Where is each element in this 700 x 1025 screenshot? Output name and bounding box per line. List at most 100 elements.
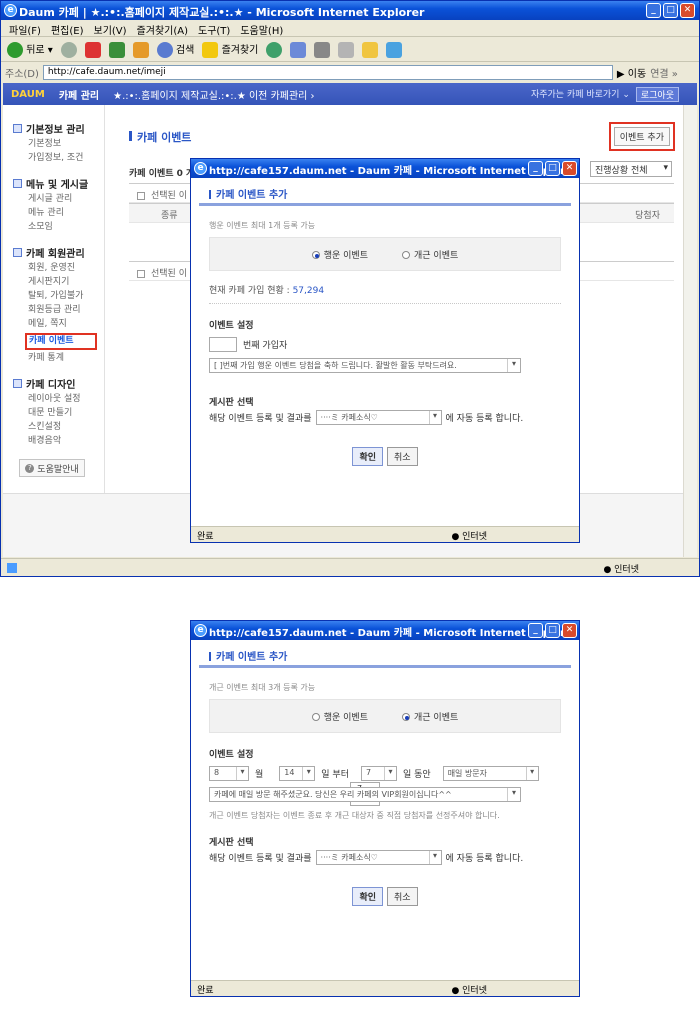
- refresh-icon[interactable]: [108, 41, 125, 58]
- help-label: 도움말안내: [37, 464, 79, 475]
- back-button[interactable]: 뒤로 ▾: [7, 41, 53, 58]
- menu-favorites[interactable]: 즐겨찾기(A): [137, 22, 188, 37]
- radio-regular[interactable]: 개근 이벤트: [402, 248, 458, 261]
- sidebar-heading[interactable]: 카페 회원관리: [13, 245, 104, 260]
- stop-icon[interactable]: [84, 41, 101, 58]
- minimize-button[interactable]: _: [646, 3, 661, 18]
- maximize-button[interactable]: □: [545, 161, 560, 176]
- edit-icon[interactable]: [338, 41, 355, 58]
- sidebar-item[interactable]: 기본정보: [28, 139, 104, 150]
- sidebar-item[interactable]: 가입정보, 조건: [28, 153, 104, 164]
- month-unit: 월: [255, 770, 264, 780]
- sidebar-item[interactable]: 탈퇴, 가입불가: [28, 291, 104, 302]
- sidebar-item[interactable]: 메뉴 관리: [28, 208, 104, 219]
- select-all-checkbox[interactable]: [137, 191, 145, 200]
- sidebar-heading[interactable]: 카페 디자인: [13, 376, 104, 391]
- maximize-button[interactable]: □: [663, 3, 678, 18]
- sidebar-group-design: 카페 디자인 레이아웃 설정 대문 만들기 스킨설정 배경음악: [13, 376, 104, 447]
- radio-lucky[interactable]: 행운 이벤트: [311, 710, 368, 723]
- folder-icon[interactable]: [362, 41, 379, 58]
- message-select[interactable]: 카페에 매일 방문 해주셨군요. 당신은 우리 카페의 VIP회원이십니다^^: [209, 787, 521, 802]
- sidebar-item[interactable]: 게시글 관리: [28, 194, 104, 205]
- event-settings-heading: 이벤트 설정: [209, 750, 254, 760]
- sidebar-item[interactable]: 스킨설정: [28, 422, 104, 433]
- cafe-goto[interactable]: 자주가는 카페 바로가기 ⌄: [531, 87, 630, 102]
- menu-help[interactable]: 도움말(H): [240, 22, 283, 37]
- logout-button[interactable]: 로그아웃: [635, 87, 679, 102]
- sidebar-item[interactable]: 카페 통계: [28, 353, 104, 364]
- visit-type-select[interactable]: 매일 방문자: [442, 766, 539, 781]
- status-zone-label: 인터넷: [462, 532, 487, 542]
- minimize-button[interactable]: _: [528, 161, 543, 176]
- menu-edit[interactable]: 편집(E): [51, 22, 84, 37]
- period-row: 8 월 14 일 부터 7 일 동안 매일 방문자 7 10: [209, 766, 575, 806]
- close-button[interactable]: ✕: [562, 161, 577, 176]
- event-count-label: 카페 이벤트 0 개: [129, 169, 195, 179]
- sidebar-item[interactable]: 회원, 운영진: [28, 263, 104, 274]
- favorites-button[interactable]: 즐겨찾기: [202, 41, 258, 58]
- sidebar-item[interactable]: 대문 만들기: [28, 408, 104, 419]
- sidebar-item[interactable]: 배경음악: [28, 436, 104, 447]
- vertical-scrollbar[interactable]: [683, 105, 697, 557]
- history-icon[interactable]: [266, 41, 283, 58]
- daum-logo[interactable]: DAUM: [11, 89, 45, 100]
- board-select[interactable]: ····ミ 카페소식♡: [315, 410, 442, 425]
- minimize-button[interactable]: _: [528, 623, 543, 638]
- favorites-label: 즐겨찾기: [221, 45, 259, 56]
- print-icon[interactable]: [314, 41, 331, 58]
- message-select[interactable]: [ ]번째 가입 행운 이벤트 당첨을 축하 드립니다. 활발한 활동 부탁드려…: [209, 358, 521, 373]
- close-button[interactable]: ✕: [562, 623, 577, 638]
- sidebar-item[interactable]: 게시판지기: [28, 277, 104, 288]
- links-button[interactable]: 연결 »: [650, 65, 678, 80]
- menu-view[interactable]: 보기(V): [94, 22, 127, 37]
- event-limit-note: 행운 이벤트 최대 1개 등록 가능: [209, 221, 316, 230]
- menu-file[interactable]: 파일(F): [9, 22, 41, 37]
- status-filter-select[interactable]: 진행상황 전체: [590, 161, 672, 177]
- help-button[interactable]: ? 도움말안내: [19, 459, 85, 477]
- status-done: 완료: [197, 532, 214, 542]
- radio-regular[interactable]: 개근 이벤트: [402, 710, 458, 723]
- popup-title: http://cafe157.daum.net - Daum 카페 - Micr…: [209, 628, 577, 639]
- sidebar-heading[interactable]: 메뉴 및 게시글: [13, 176, 104, 191]
- select-all-checkbox-bottom[interactable]: [137, 269, 145, 278]
- month-select[interactable]: 8: [209, 766, 249, 781]
- day-select[interactable]: 14: [279, 766, 316, 781]
- ie-icon: e: [194, 624, 207, 637]
- event-type-radios: 행운 이벤트 개근 이벤트: [209, 699, 561, 733]
- messenger-icon[interactable]: [386, 41, 403, 58]
- ok-button[interactable]: 확인: [352, 447, 383, 466]
- nth-member-input[interactable]: [209, 337, 237, 352]
- radio-regular-label: 개근 이벤트: [414, 712, 459, 723]
- radio-lucky[interactable]: 행운 이벤트: [311, 248, 368, 261]
- forward-icon[interactable]: [60, 41, 77, 58]
- sidebar-item-cafe-event[interactable]: 카페 이벤트: [25, 333, 97, 350]
- board-suffix: 에 자동 등록 합니다.: [445, 854, 524, 864]
- address-input[interactable]: http://cafe.daum.net/imeji: [42, 64, 613, 80]
- page-icon: [7, 562, 17, 573]
- mail-icon[interactable]: [290, 41, 307, 58]
- sidebar-item[interactable]: 레이아웃 설정: [28, 394, 104, 405]
- menu-tools[interactable]: 도구(T): [198, 22, 230, 37]
- maximize-button[interactable]: □: [545, 623, 560, 638]
- sidebar-heading[interactable]: 기본정보 관리: [13, 121, 104, 136]
- address-label: 주소(D): [5, 68, 39, 80]
- board-select[interactable]: ····ミ 카페소식♡: [315, 850, 442, 865]
- days-select[interactable]: 7: [360, 766, 397, 781]
- go-button[interactable]: ▶ 이동: [617, 65, 646, 80]
- search-button[interactable]: 검색: [156, 41, 194, 58]
- home-icon[interactable]: [132, 41, 149, 58]
- cafe-name[interactable]: ★.:•:.홈페이지 제작교실.:•:.★ 이전 카페관리 ›: [113, 87, 314, 102]
- cancel-button[interactable]: 취소: [387, 887, 418, 906]
- member-count-line: 현재 카페 가입 현황 : 57,294: [209, 283, 561, 304]
- sidebar-item[interactable]: 소모임: [28, 222, 104, 233]
- nth-member-label: 번째 가입자: [243, 341, 288, 351]
- ok-button[interactable]: 확인: [352, 887, 383, 906]
- sidebar-item[interactable]: 회원등급 관리: [28, 305, 104, 316]
- member-count-value: 57,294: [292, 286, 325, 296]
- add-event-button[interactable]: 이벤트 추가: [613, 127, 670, 146]
- status-bar: ● 인터넷: [1, 558, 699, 576]
- sidebar-item[interactable]: 메일, 쪽지: [28, 319, 104, 330]
- board-prefix: 해당 이벤트 등록 및 결과를: [209, 854, 312, 864]
- cancel-button[interactable]: 취소: [387, 447, 418, 466]
- close-button[interactable]: ✕: [680, 3, 695, 18]
